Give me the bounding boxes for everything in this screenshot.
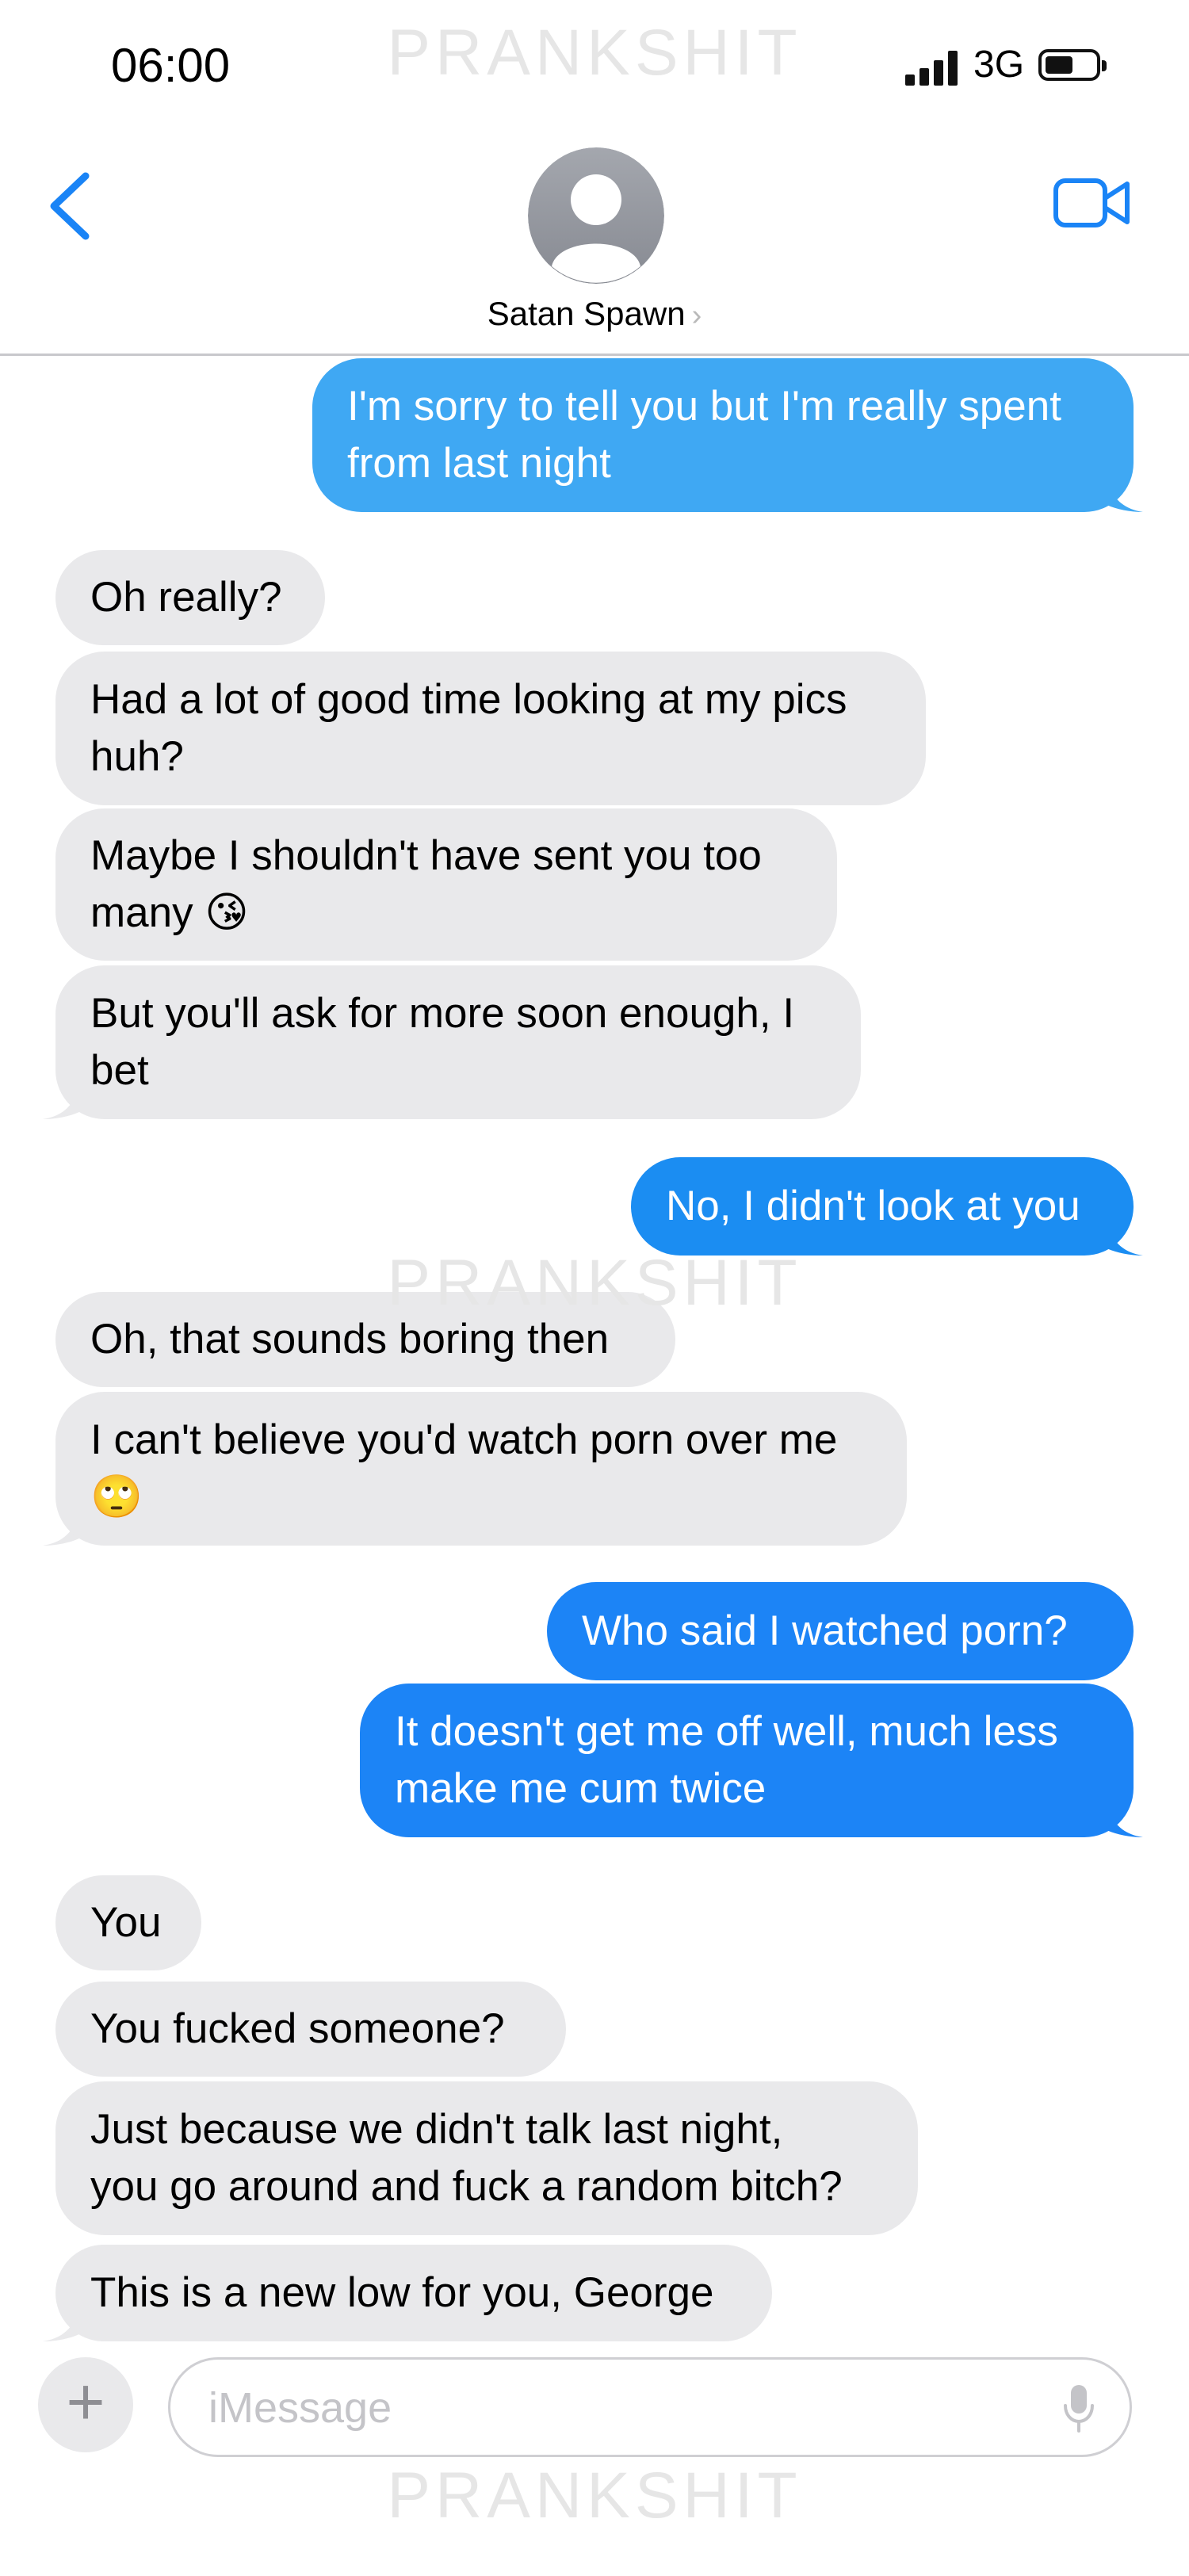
message-bubble-incoming[interactable]: You fucked someone?	[55, 1982, 566, 2077]
status-time: 06:00	[111, 39, 231, 92]
message-bubble-outgoing[interactable]: Who said I watched porn?	[547, 1582, 1134, 1680]
message-bubble-incoming[interactable]: Oh really?	[55, 550, 325, 645]
message-bubble-incoming[interactable]: But you'll ask for more soon enough, Ibe…	[55, 965, 861, 1119]
plus-icon[interactable]: +	[38, 2357, 133, 2452]
battery-icon	[1038, 49, 1107, 81]
imessage-field[interactable]	[207, 2360, 1003, 2456]
message-bubble-incoming[interactable]: Just because we didn't talk last night, y…	[55, 2081, 918, 2235]
message-bubble-incoming[interactable]: I can't believe you'd watch porn over me…	[55, 1392, 907, 1546]
message-input[interactable]	[168, 2357, 1132, 2457]
message-bubble-outgoing[interactable]: It doesn't get me off well, much less mak…	[360, 1684, 1134, 1837]
contact-name[interactable]: Satan Spawn ›	[0, 295, 1189, 333]
message-bubble-outgoing[interactable]: I'm sorry to tell you but I'm really spe…	[312, 358, 1134, 512]
back-chevron-icon[interactable]	[40, 166, 103, 246]
message-bubble-incoming[interactable]: Oh, that sounds boring then	[55, 1292, 675, 1387]
message-bubble-incoming[interactable]: You	[55, 1875, 201, 1970]
message-bubble-incoming[interactable]: This is a new low for you, George	[55, 2245, 772, 2341]
video-call-icon[interactable]	[1053, 174, 1132, 231]
message-bubble-incoming[interactable]: Maybe I shouldn't have sent you too many …	[55, 808, 837, 961]
network-type: 3G	[973, 44, 1025, 86]
contact-name-label: Satan Spawn	[487, 295, 686, 332]
contact-avatar-icon[interactable]	[528, 147, 664, 284]
header-divider	[0, 354, 1189, 356]
signal-strength-icon	[905, 49, 958, 86]
message-bubble-outgoing[interactable]: No, I didn't look at you	[631, 1157, 1134, 1256]
chevron-right-icon: ›	[691, 299, 702, 332]
microphone-icon[interactable]	[1063, 2383, 1095, 2434]
watermark-bottom: PRANKSHIT	[387, 2459, 802, 2532]
message-bubble-incoming[interactable]: Had a lot of good time looking at my pic…	[55, 652, 926, 805]
